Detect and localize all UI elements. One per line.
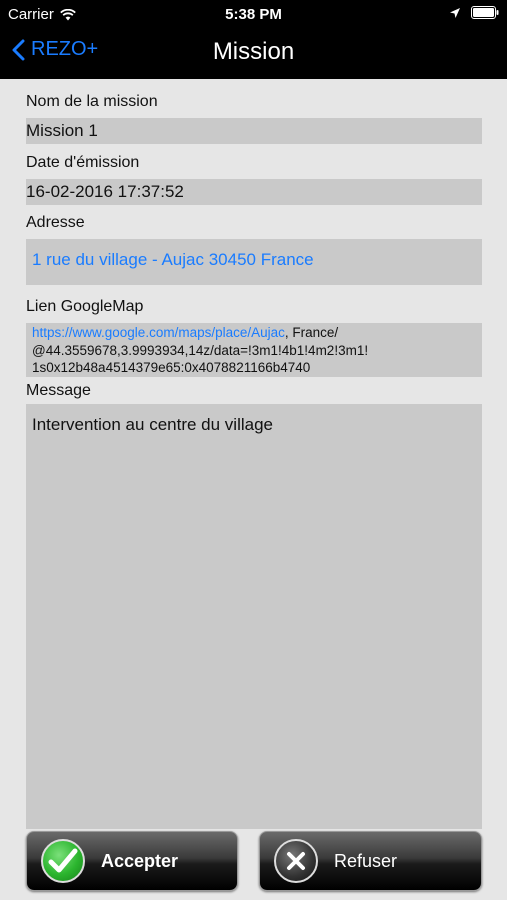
message-field: Intervention au centre du village [26, 404, 482, 829]
checkmark-icon [41, 839, 85, 883]
mission-name-value: Mission 1 [26, 121, 98, 140]
gmap-line-3: 1s0x12b48a4514379e65:0x4078821166b4740 [32, 360, 311, 375]
mission-name-label: Nom de la mission [26, 93, 158, 110]
gmap-text: https://www.google.com/maps/place/Aujac,… [26, 323, 482, 377]
date-value: 16-02-2016 17:37:52 [26, 182, 184, 201]
battery-icon [471, 6, 499, 19]
nav-bar: REZO+ Mission [0, 28, 507, 79]
status-bar: Carrier 5:38 PM [0, 0, 507, 28]
gmap-line-2: @44.3559678,3.9993934,14z/data=!3m1!4b1!… [32, 342, 369, 358]
gmap-rest-1: , France/ [284, 325, 339, 340]
gmap-field: https://www.google.com/maps/place/Aujac,… [26, 323, 482, 377]
address-field: 1 rue du village - Aujac 30450 France [26, 239, 482, 285]
mission-name-field: Mission 1 [26, 118, 482, 144]
message-value: Intervention au centre du village [32, 415, 273, 434]
location-arrow-icon [450, 7, 460, 18]
gmap-link[interactable]: https://www.google.com/maps/place/Aujac [32, 325, 285, 340]
address-label: Adresse [26, 214, 85, 231]
accept-button[interactable]: Accepter [26, 831, 238, 891]
gmap-label: Lien GoogleMap [26, 298, 144, 315]
refuse-label: Refuser [334, 850, 398, 871]
page-title: Mission [212, 38, 295, 65]
refuse-button[interactable]: Refuser [259, 831, 482, 891]
date-label: Date d'émission [26, 154, 140, 171]
status-time: 5:38 PM [225, 6, 282, 23]
address-link[interactable]: 1 rue du village - Aujac 30450 France [32, 250, 314, 270]
message-label: Message [26, 382, 91, 399]
date-field: 16-02-2016 17:37:52 [26, 179, 482, 205]
status-right [449, 6, 499, 19]
close-icon [274, 839, 318, 883]
accept-label: Accepter [101, 850, 179, 871]
